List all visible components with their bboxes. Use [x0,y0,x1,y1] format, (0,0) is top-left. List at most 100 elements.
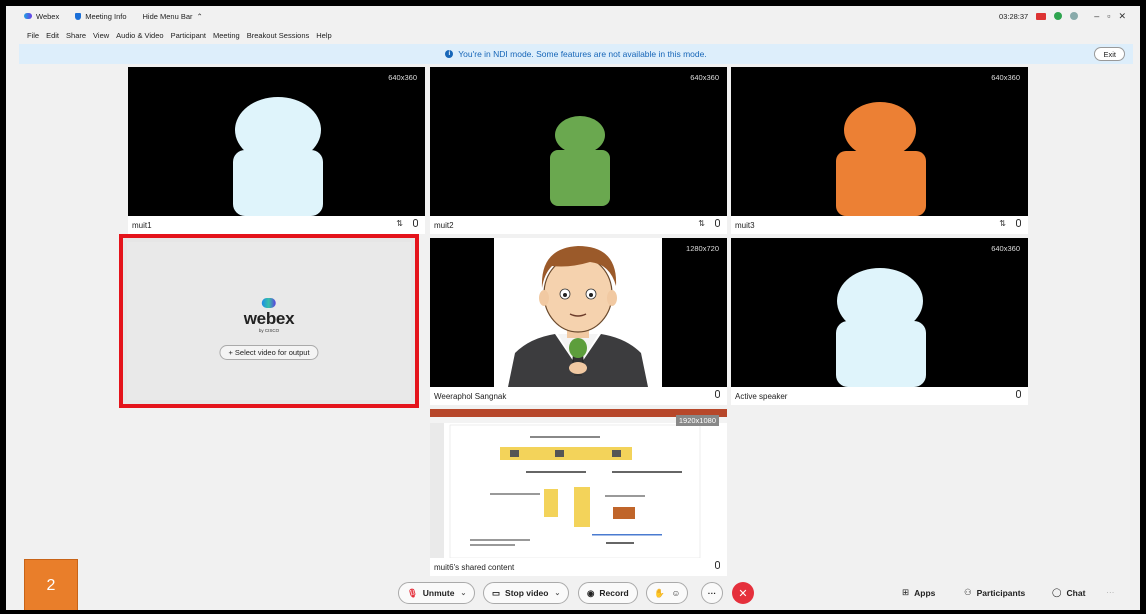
participants-button[interactable]: ⚇ Participants [964,587,1025,598]
menu-bar: File Edit Share View Audio & Video Parti… [6,28,1140,42]
mic-icon[interactable] [413,219,418,227]
swap-icon[interactable]: ⇅ [999,219,1006,228]
recording-icon[interactable] [1036,12,1047,20]
ndi-output-placeholder: webex by CISCO + Select video for output [119,234,419,408]
mic-icon[interactable] [715,561,720,569]
tile-name-bar: muit3 ⇅ [731,216,1028,234]
select-video-button[interactable]: + Select video for output [219,345,319,360]
unmute-button[interactable]: 🎙 Unmute ⌄ [398,582,476,604]
webex-logo-icon [261,298,276,308]
chevron-down-icon[interactable]: ⌄ [460,589,466,597]
meeting-controls: 🎙 Unmute ⌄ ▭ Stop video ⌄ ◉ Record ✋ ☺ ·… [6,574,1140,610]
record-label: Record [599,588,629,598]
participants-label: Participants [976,587,1026,598]
step-number-badge: 2 [24,559,78,610]
mic-icon[interactable] [715,219,720,227]
participant-avatar-icon [836,102,926,216]
camera-icon: ▭ [492,587,501,598]
unmute-label: Unmute [422,588,455,598]
resolution-label: 640x360 [991,73,1020,82]
record-button[interactable]: ◉ Record [578,582,638,604]
resolution-label: 640x360 [991,244,1020,253]
close-window-button[interactable]: ✕ [1118,11,1126,22]
resolution-label: 1920x1080 [675,415,719,426]
tile-name-bar: Weeraphol Sangnak [430,387,727,405]
participant-name: Active speaker [735,391,788,401]
video-feed: 640x360 [731,67,1028,216]
participant-avatar-icon [233,97,323,216]
chat-button[interactable]: ◯ Chat [1052,587,1085,598]
more-options-button[interactable]: ··· [701,582,723,604]
video-feed: 640x360 [731,238,1028,387]
video-feed: 1280x720 [430,238,727,387]
menu-audio-video[interactable]: Audio & Video [116,31,163,40]
stop-video-button[interactable]: ▭ Stop video ⌄ [483,582,570,604]
meeting-info-label: Meeting Info [85,11,127,21]
hide-menu-label: Hide Menu Bar [142,11,193,21]
video-feed: 640x360 [430,67,727,216]
menu-view[interactable]: View [93,31,109,40]
mic-icon[interactable] [715,390,720,398]
participant-name: muit3 [735,220,755,230]
menu-edit[interactable]: Edit [46,31,59,40]
hide-menu-bar-button[interactable]: Hide Menu Bar ⌃ [143,12,203,21]
title-bar: Webex Meeting Info Hide Menu Bar ⌃ [6,6,1140,26]
status-icon[interactable] [1054,12,1063,20]
apps-button[interactable]: ⊞ Apps [902,587,935,598]
resolution-label: 1280x720 [686,244,719,253]
tile-name-bar: muit1 ⇅ [128,216,425,234]
menu-breakout-sessions[interactable]: Breakout Sessions [247,31,310,40]
webex-window: Webex Meeting Info Hide Menu Bar ⌃ 03:28… [6,6,1140,610]
tile-icons: ⇅ [688,219,720,228]
swap-icon[interactable]: ⇅ [698,219,705,228]
app-title: Webex [24,12,59,21]
tile-icons: ⇅ [386,219,418,228]
exit-ndi-button[interactable]: Exit [1094,47,1125,61]
info-icon: i [445,50,454,58]
participant-name: muit2 [434,220,454,230]
shared-content-feed: 1920x1080 [430,409,727,558]
webex-brand: webex by CISCO [244,298,295,333]
apps-label: Apps [914,587,936,598]
title-bar-right: 03:28:37 – ▫ ✕ [991,6,1126,26]
avatar[interactable] [1070,12,1079,20]
swap-icon[interactable]: ⇅ [396,219,403,228]
mic-icon[interactable] [1016,219,1021,227]
reactions-button[interactable]: ✋ ☺ [646,582,689,604]
webex-logo-icon [24,13,32,19]
mic-icon[interactable] [1016,390,1021,398]
mic-muted-icon: 🎙 [407,587,418,598]
menu-help[interactable]: Help [316,31,331,40]
cartoon-reporter-image [494,238,662,387]
chat-icon: ◯ [1052,587,1062,597]
hand-icon: ✋ [654,587,665,598]
ndi-mode-banner: i You're in NDI mode. Some features are … [19,44,1133,64]
shield-icon [75,12,82,20]
chevron-down-icon[interactable]: ⌄ [554,589,560,597]
stop-video-label: Stop video [505,588,549,598]
placeholder-body: webex by CISCO + Select video for output [127,242,411,400]
banner-text: You're in NDI mode. Some features are no… [458,49,707,59]
menu-meeting[interactable]: Meeting [213,31,240,40]
video-feed: 640x360 [128,67,425,216]
brand-sub: by CISCO [258,328,280,333]
tile-icons [705,561,720,569]
participant-name: muit6's shared content [434,562,515,572]
menu-share[interactable]: Share [66,31,86,40]
participant-name: muit1 [132,220,152,230]
tile-name-bar: Active speaker [731,387,1028,405]
tile-icons: ⇅ [989,219,1021,228]
participant-avatar-icon [550,116,610,206]
resolution-label: 640x360 [388,73,417,82]
menu-file[interactable]: File [27,31,39,40]
chat-label: Chat [1066,587,1086,598]
minimize-button[interactable]: – [1094,11,1099,21]
tile-name-bar: muit2 ⇅ [430,216,727,234]
end-meeting-button[interactable]: ✕ [732,582,754,604]
meeting-info-button[interactable]: Meeting Info [75,11,127,21]
meeting-clock: 03:28:37 [999,11,1029,21]
restore-button[interactable]: ▫ [1107,11,1110,21]
overflow-menu-button[interactable]: ··· [1106,587,1115,597]
menu-participant[interactable]: Participant [171,31,206,40]
apps-icon: ⊞ [902,587,910,597]
